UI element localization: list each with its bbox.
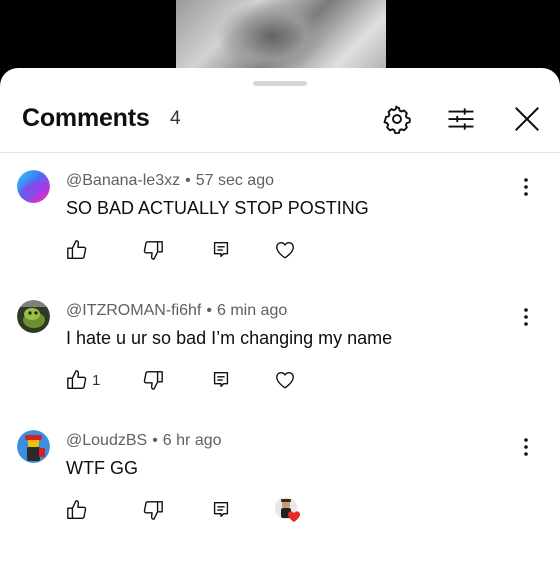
reply-button[interactable] [210,238,232,262]
more-options-icon[interactable] [518,306,534,328]
comment-actions: 1 [66,368,486,394]
comment-item: @ITZROMAN-fi6hf • 6 min ago I hate u ur so… [0,294,560,424]
comment-time: 6 hr ago [162,432,222,449]
avatar[interactable] [17,170,50,203]
comment-actions [66,238,486,264]
comment-actions [66,496,486,524]
comment-author[interactable]: @ITZROMAN-fi6hf [66,302,201,319]
like-count: 1 [92,371,101,389]
thumbs-up-icon [67,370,87,389]
comments-count: 4 [170,108,181,129]
video-frame[interactable] [176,0,386,72]
comment-text: SO BAD ACTUALLY STOP POSTING [66,198,369,218]
dislike-button[interactable] [142,498,164,522]
close-icon[interactable] [512,104,542,134]
comment-item: @LoudzBS • 6 hr ago WTF GG [0,424,560,554]
thumbs-down-icon [143,241,163,260]
reply-button[interactable] [210,368,232,392]
dislike-button[interactable] [142,368,164,392]
reply-icon [213,241,229,258]
comment-meta: @LoudzBS • 6 hr ago [66,432,222,449]
reply-icon [213,501,229,518]
comment-text: I hate u ur so bad I’m changing my name [66,328,393,348]
more-options-icon[interactable] [518,436,534,458]
comment-meta: @ITZROMAN-fi6hf • 6 min ago [66,302,288,319]
like-button[interactable]: 1 [66,368,100,392]
comments-header: Comments 4 [0,68,560,153]
thumbs-up-icon [67,240,87,259]
thumbs-down-icon [143,501,163,520]
comment-author[interactable]: @LoudzBS [66,432,147,449]
like-button[interactable] [66,498,92,522]
reply-icon [213,371,229,388]
comment-item: @Banana-le3xz • 57 sec ago SO BAD ACTUALLY… [0,164,560,294]
comments-title: Comments [22,104,150,132]
creator-heart-badge[interactable] [274,496,302,524]
like-button[interactable] [66,238,92,262]
thumbs-up-icon [67,500,87,519]
comments-sheet: Comments 4 @Banana-le3xz • 57 sec ago SO… [0,68,560,568]
comment-text: WTF GG [66,458,138,478]
comment-time: 57 sec ago [195,172,274,189]
comment-meta: @Banana-le3xz • 57 sec ago [66,172,274,189]
dislike-button[interactable] [142,238,164,262]
heart-icon [276,371,294,389]
thumbs-down-icon [143,371,163,390]
reply-button[interactable] [210,498,232,522]
gear-icon[interactable] [382,104,412,135]
heart-icon [276,241,294,259]
comment-time: 6 min ago [216,302,288,319]
more-options-icon[interactable] [518,176,534,198]
avatar[interactable] [17,300,50,333]
avatar[interactable] [17,430,50,463]
heart-button[interactable] [274,368,296,392]
filter-sliders-icon[interactable] [446,104,476,134]
comment-author[interactable]: @Banana-le3xz [66,172,180,189]
heart-button[interactable] [274,238,296,262]
